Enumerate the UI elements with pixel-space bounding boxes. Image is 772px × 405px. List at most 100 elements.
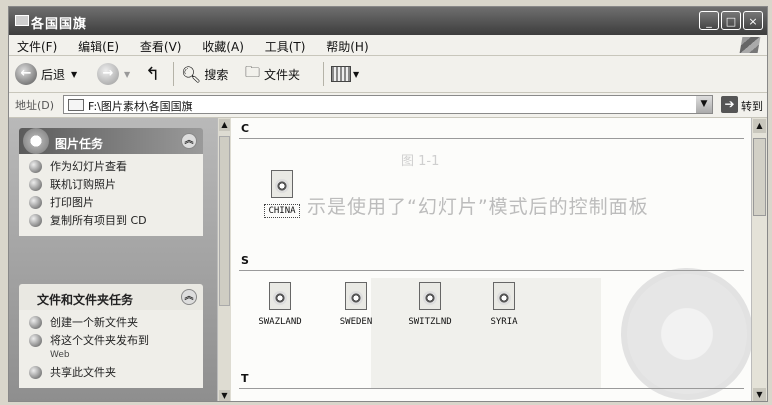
task-label: 打印图片 bbox=[50, 196, 94, 209]
scroll-up-icon[interactable]: ▲ bbox=[753, 119, 766, 133]
task-share-folder[interactable]: 共享此文件夹 bbox=[19, 364, 203, 382]
task-copy-to-cd[interactable]: 复制所有项目到 CD bbox=[19, 212, 203, 230]
file-folder-tasks-header[interactable]: 文件和文件夹任务 ︽ bbox=[19, 284, 203, 310]
picture-tasks-title: 图片任务 bbox=[55, 137, 104, 151]
address-label: 地址(D) bbox=[15, 99, 55, 112]
go-button[interactable]: 转到 bbox=[741, 98, 763, 114]
back-button[interactable]: ← 后退 ▼ bbox=[15, 62, 77, 86]
file-name: SWAZLAND bbox=[258, 317, 302, 327]
group-divider bbox=[239, 388, 744, 389]
task-pane-scrollbar[interactable]: ▲ ▼ bbox=[217, 118, 231, 401]
background-ghost-text: 示是使用了“幻灯片”模式后的控制面板 bbox=[307, 196, 649, 218]
menu-file[interactable]: 文件(F) bbox=[9, 35, 66, 55]
image-file-icon bbox=[269, 282, 291, 310]
up-folder-icon: ↰ bbox=[145, 63, 161, 85]
image-file-icon bbox=[345, 282, 367, 310]
menu-view[interactable]: 查看(V) bbox=[132, 35, 191, 55]
background-bleedthrough-shape bbox=[602, 249, 751, 401]
task-label: 将这个文件夹发布到 bbox=[50, 334, 149, 347]
file-folder-tasks-title: 文件和文件夹任务 bbox=[37, 293, 134, 307]
task-new-folder[interactable]: 创建一个新文件夹 bbox=[19, 314, 203, 332]
task-label: 共享此文件夹 bbox=[50, 366, 116, 379]
go-arrow-icon[interactable]: ➔ bbox=[721, 96, 738, 113]
folders-button[interactable]: 🗀 文件夹 bbox=[245, 62, 300, 86]
scroll-thumb[interactable] bbox=[219, 136, 230, 306]
task-label: 联机订购照片 bbox=[50, 178, 116, 191]
file-item[interactable]: SWEDEN bbox=[325, 282, 387, 328]
menu-edit[interactable]: 编辑(E) bbox=[70, 35, 128, 55]
globe-icon bbox=[29, 334, 42, 347]
folders-icon: 🗀 bbox=[245, 62, 261, 81]
picture-tasks-header[interactable]: 图片任务 ︽ bbox=[19, 128, 203, 154]
toolbar-separator bbox=[173, 62, 174, 86]
new-folder-icon bbox=[29, 316, 42, 329]
share-folder-icon bbox=[29, 366, 42, 379]
menu-favorites[interactable]: 收藏(A) bbox=[194, 35, 253, 55]
windows-logo-icon bbox=[739, 37, 761, 53]
printer-icon bbox=[29, 196, 42, 209]
window-title: 各国国旗 bbox=[31, 17, 88, 32]
search-icon: 🔍︎ bbox=[181, 64, 202, 84]
views-button[interactable]: ▼ bbox=[331, 62, 359, 86]
folder-icon bbox=[15, 15, 29, 26]
address-bar: 地址(D) F:\图片素材\各国国旗 ▼ ➔ 转到 bbox=[9, 93, 767, 118]
maximize-button[interactable]: □ bbox=[721, 11, 741, 30]
search-label: 搜索 bbox=[204, 67, 229, 82]
group-header: T bbox=[241, 372, 249, 385]
scroll-thumb[interactable] bbox=[753, 138, 766, 216]
task-slideshow[interactable]: 作为幻灯片查看 bbox=[19, 158, 203, 176]
explorer-window: 各国国旗 _ □ × 文件(F) 编辑(E) 查看(V) 收藏(A) 工具(T)… bbox=[8, 6, 768, 402]
group-header: S bbox=[241, 254, 249, 267]
file-name: CHINA bbox=[264, 204, 300, 218]
back-dropdown-icon[interactable]: ▼ bbox=[71, 70, 77, 79]
menu-help[interactable]: 帮助(H) bbox=[318, 35, 377, 55]
task-label: 复制所有项目到 CD bbox=[50, 214, 147, 227]
search-button[interactable]: 🔍︎ 搜索 bbox=[181, 62, 228, 86]
order-prints-icon bbox=[29, 178, 42, 191]
collapse-chevron-icon[interactable]: ︽ bbox=[181, 289, 197, 305]
task-order-prints[interactable]: 联机订购照片 bbox=[19, 176, 203, 194]
views-dropdown-icon: ▼ bbox=[353, 69, 360, 79]
task-label: 创建一个新文件夹 bbox=[50, 316, 138, 329]
slideshow-icon bbox=[29, 160, 42, 173]
group-divider bbox=[239, 138, 744, 139]
file-list-view: 图 1-1 示是使用了“幻灯片”模式后的控制面板 C CHINA S SWAZL… bbox=[231, 118, 751, 401]
image-file-icon bbox=[419, 282, 441, 310]
task-print[interactable]: 打印图片 bbox=[19, 194, 203, 212]
forward-button[interactable]: → ▼ bbox=[97, 62, 130, 86]
address-path: F:\图片素材\各国国旗 bbox=[88, 100, 193, 113]
task-label: 作为幻灯片查看 bbox=[50, 160, 127, 173]
scroll-down-icon[interactable]: ▼ bbox=[219, 390, 230, 401]
address-dropdown-icon[interactable]: ▼ bbox=[696, 96, 712, 113]
group-header: C bbox=[241, 122, 250, 135]
task-pane: 图片任务 ︽ 作为幻灯片查看 联机订购照片 打印图片 复制所有项目到 CD 文件… bbox=[9, 118, 217, 401]
folders-label: 文件夹 bbox=[264, 67, 301, 82]
views-icon bbox=[331, 66, 351, 82]
collapse-chevron-icon[interactable]: ︽ bbox=[181, 133, 197, 149]
forward-dropdown-icon[interactable]: ▼ bbox=[124, 70, 130, 79]
title-bar[interactable]: 各国国旗 _ □ × bbox=[9, 7, 767, 35]
scroll-down-icon[interactable]: ▼ bbox=[753, 388, 766, 401]
toolbar: ← 后退 ▼ → ▼ ↰ 🔍︎ 搜索 🗀 文件夹 ▼ bbox=[9, 56, 767, 93]
task-sublabel: Web bbox=[50, 350, 70, 360]
menu-bar: 文件(F) 编辑(E) 查看(V) 收藏(A) 工具(T) 帮助(H) bbox=[9, 35, 767, 56]
file-list-scrollbar[interactable]: ▲ ▼ bbox=[751, 118, 767, 401]
image-file-icon bbox=[271, 170, 293, 198]
back-arrow-icon: ← bbox=[15, 63, 37, 85]
address-input[interactable]: F:\图片素材\各国国旗 ▼ bbox=[63, 95, 713, 114]
file-item[interactable]: SWAZLAND bbox=[249, 282, 311, 328]
back-label: 后退 bbox=[41, 67, 66, 82]
task-publish-web[interactable]: 将这个文件夹发布到 Web bbox=[19, 332, 203, 364]
file-item[interactable]: SYRIA bbox=[473, 282, 535, 328]
up-folder-button[interactable]: ↰ bbox=[145, 62, 160, 86]
file-item[interactable]: CHINA bbox=[251, 170, 313, 218]
menu-tools[interactable]: 工具(T) bbox=[257, 35, 315, 55]
cd-icon bbox=[29, 214, 42, 227]
scroll-up-icon[interactable]: ▲ bbox=[219, 119, 230, 131]
close-button[interactable]: × bbox=[743, 11, 763, 30]
file-item[interactable]: SWITZLND bbox=[399, 282, 461, 328]
minimize-button[interactable]: _ bbox=[699, 11, 719, 30]
picture-tasks-panel: 图片任务 ︽ 作为幻灯片查看 联机订购照片 打印图片 复制所有项目到 CD bbox=[19, 128, 203, 236]
toolbar-separator bbox=[323, 62, 324, 86]
picture-tasks-icon bbox=[23, 128, 49, 154]
